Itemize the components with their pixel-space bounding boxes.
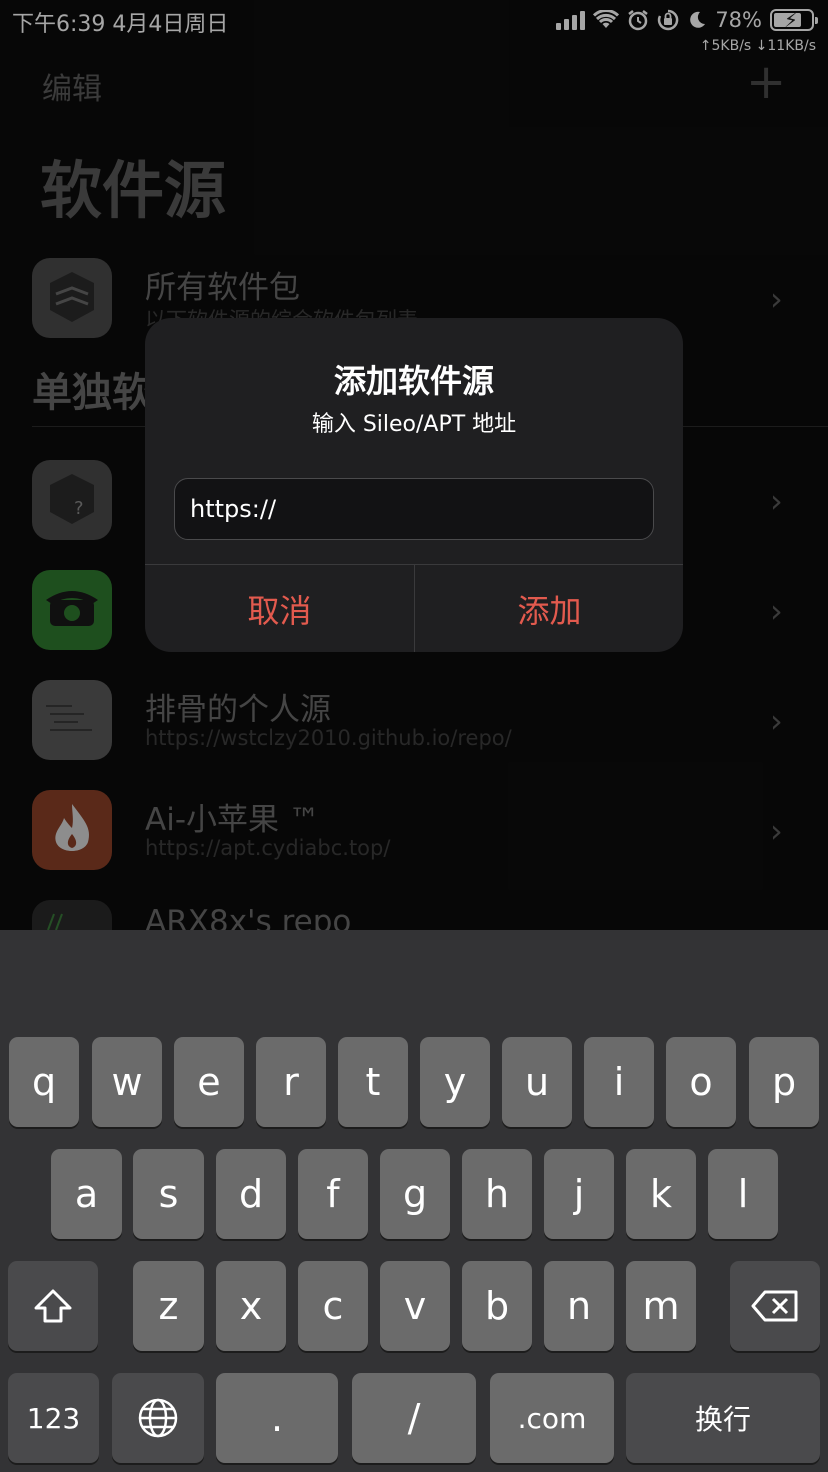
backspace-icon: [751, 1290, 798, 1322]
delete-key[interactable]: [730, 1261, 820, 1351]
add-source-alert: 添加软件源 输入 Sileo/APT 地址 取消 添加: [145, 318, 683, 652]
key-m[interactable]: m: [626, 1261, 696, 1351]
key-p[interactable]: p: [749, 1037, 819, 1127]
alert-message: 输入 Sileo/APT 地址: [311, 412, 517, 437]
globe-key[interactable]: [112, 1373, 204, 1463]
key-j[interactable]: j: [544, 1149, 614, 1239]
numbers-key[interactable]: 123: [8, 1373, 99, 1463]
key-f[interactable]: f: [298, 1149, 368, 1239]
globe-icon: [138, 1398, 178, 1438]
key-n[interactable]: n: [544, 1261, 614, 1351]
key-r[interactable]: r: [256, 1037, 326, 1127]
keyboard: q w e r t y u i o p a s d f g h j k l z …: [0, 930, 828, 1472]
return-key[interactable]: 换行: [626, 1373, 820, 1463]
key-h[interactable]: h: [462, 1149, 532, 1239]
shift-key[interactable]: [8, 1261, 98, 1351]
key-dotcom[interactable]: .com: [490, 1373, 614, 1463]
shift-arrow-icon: [34, 1289, 72, 1323]
key-u[interactable]: u: [502, 1037, 572, 1127]
key-s[interactable]: s: [133, 1149, 204, 1239]
key-i[interactable]: i: [584, 1037, 654, 1127]
key-b[interactable]: b: [462, 1261, 532, 1351]
key-y[interactable]: y: [420, 1037, 490, 1127]
key-dot[interactable]: .: [216, 1373, 338, 1463]
add-button[interactable]: 添加: [415, 565, 683, 652]
key-v[interactable]: v: [380, 1261, 450, 1351]
key-l[interactable]: l: [708, 1149, 778, 1239]
key-g[interactable]: g: [380, 1149, 450, 1239]
key-o[interactable]: o: [666, 1037, 736, 1127]
key-w[interactable]: w: [92, 1037, 162, 1127]
key-t[interactable]: t: [338, 1037, 408, 1127]
cancel-button[interactable]: 取消: [145, 565, 414, 652]
key-c[interactable]: c: [298, 1261, 368, 1351]
key-slash[interactable]: /: [352, 1373, 476, 1463]
key-k[interactable]: k: [626, 1149, 696, 1239]
key-q[interactable]: q: [9, 1037, 79, 1127]
key-d[interactable]: d: [216, 1149, 286, 1239]
key-x[interactable]: x: [216, 1261, 286, 1351]
key-e[interactable]: e: [174, 1037, 244, 1127]
alert-title: 添加软件源: [333, 362, 494, 400]
source-url-input[interactable]: [174, 478, 654, 540]
key-z[interactable]: z: [133, 1261, 204, 1351]
key-a[interactable]: a: [51, 1149, 122, 1239]
